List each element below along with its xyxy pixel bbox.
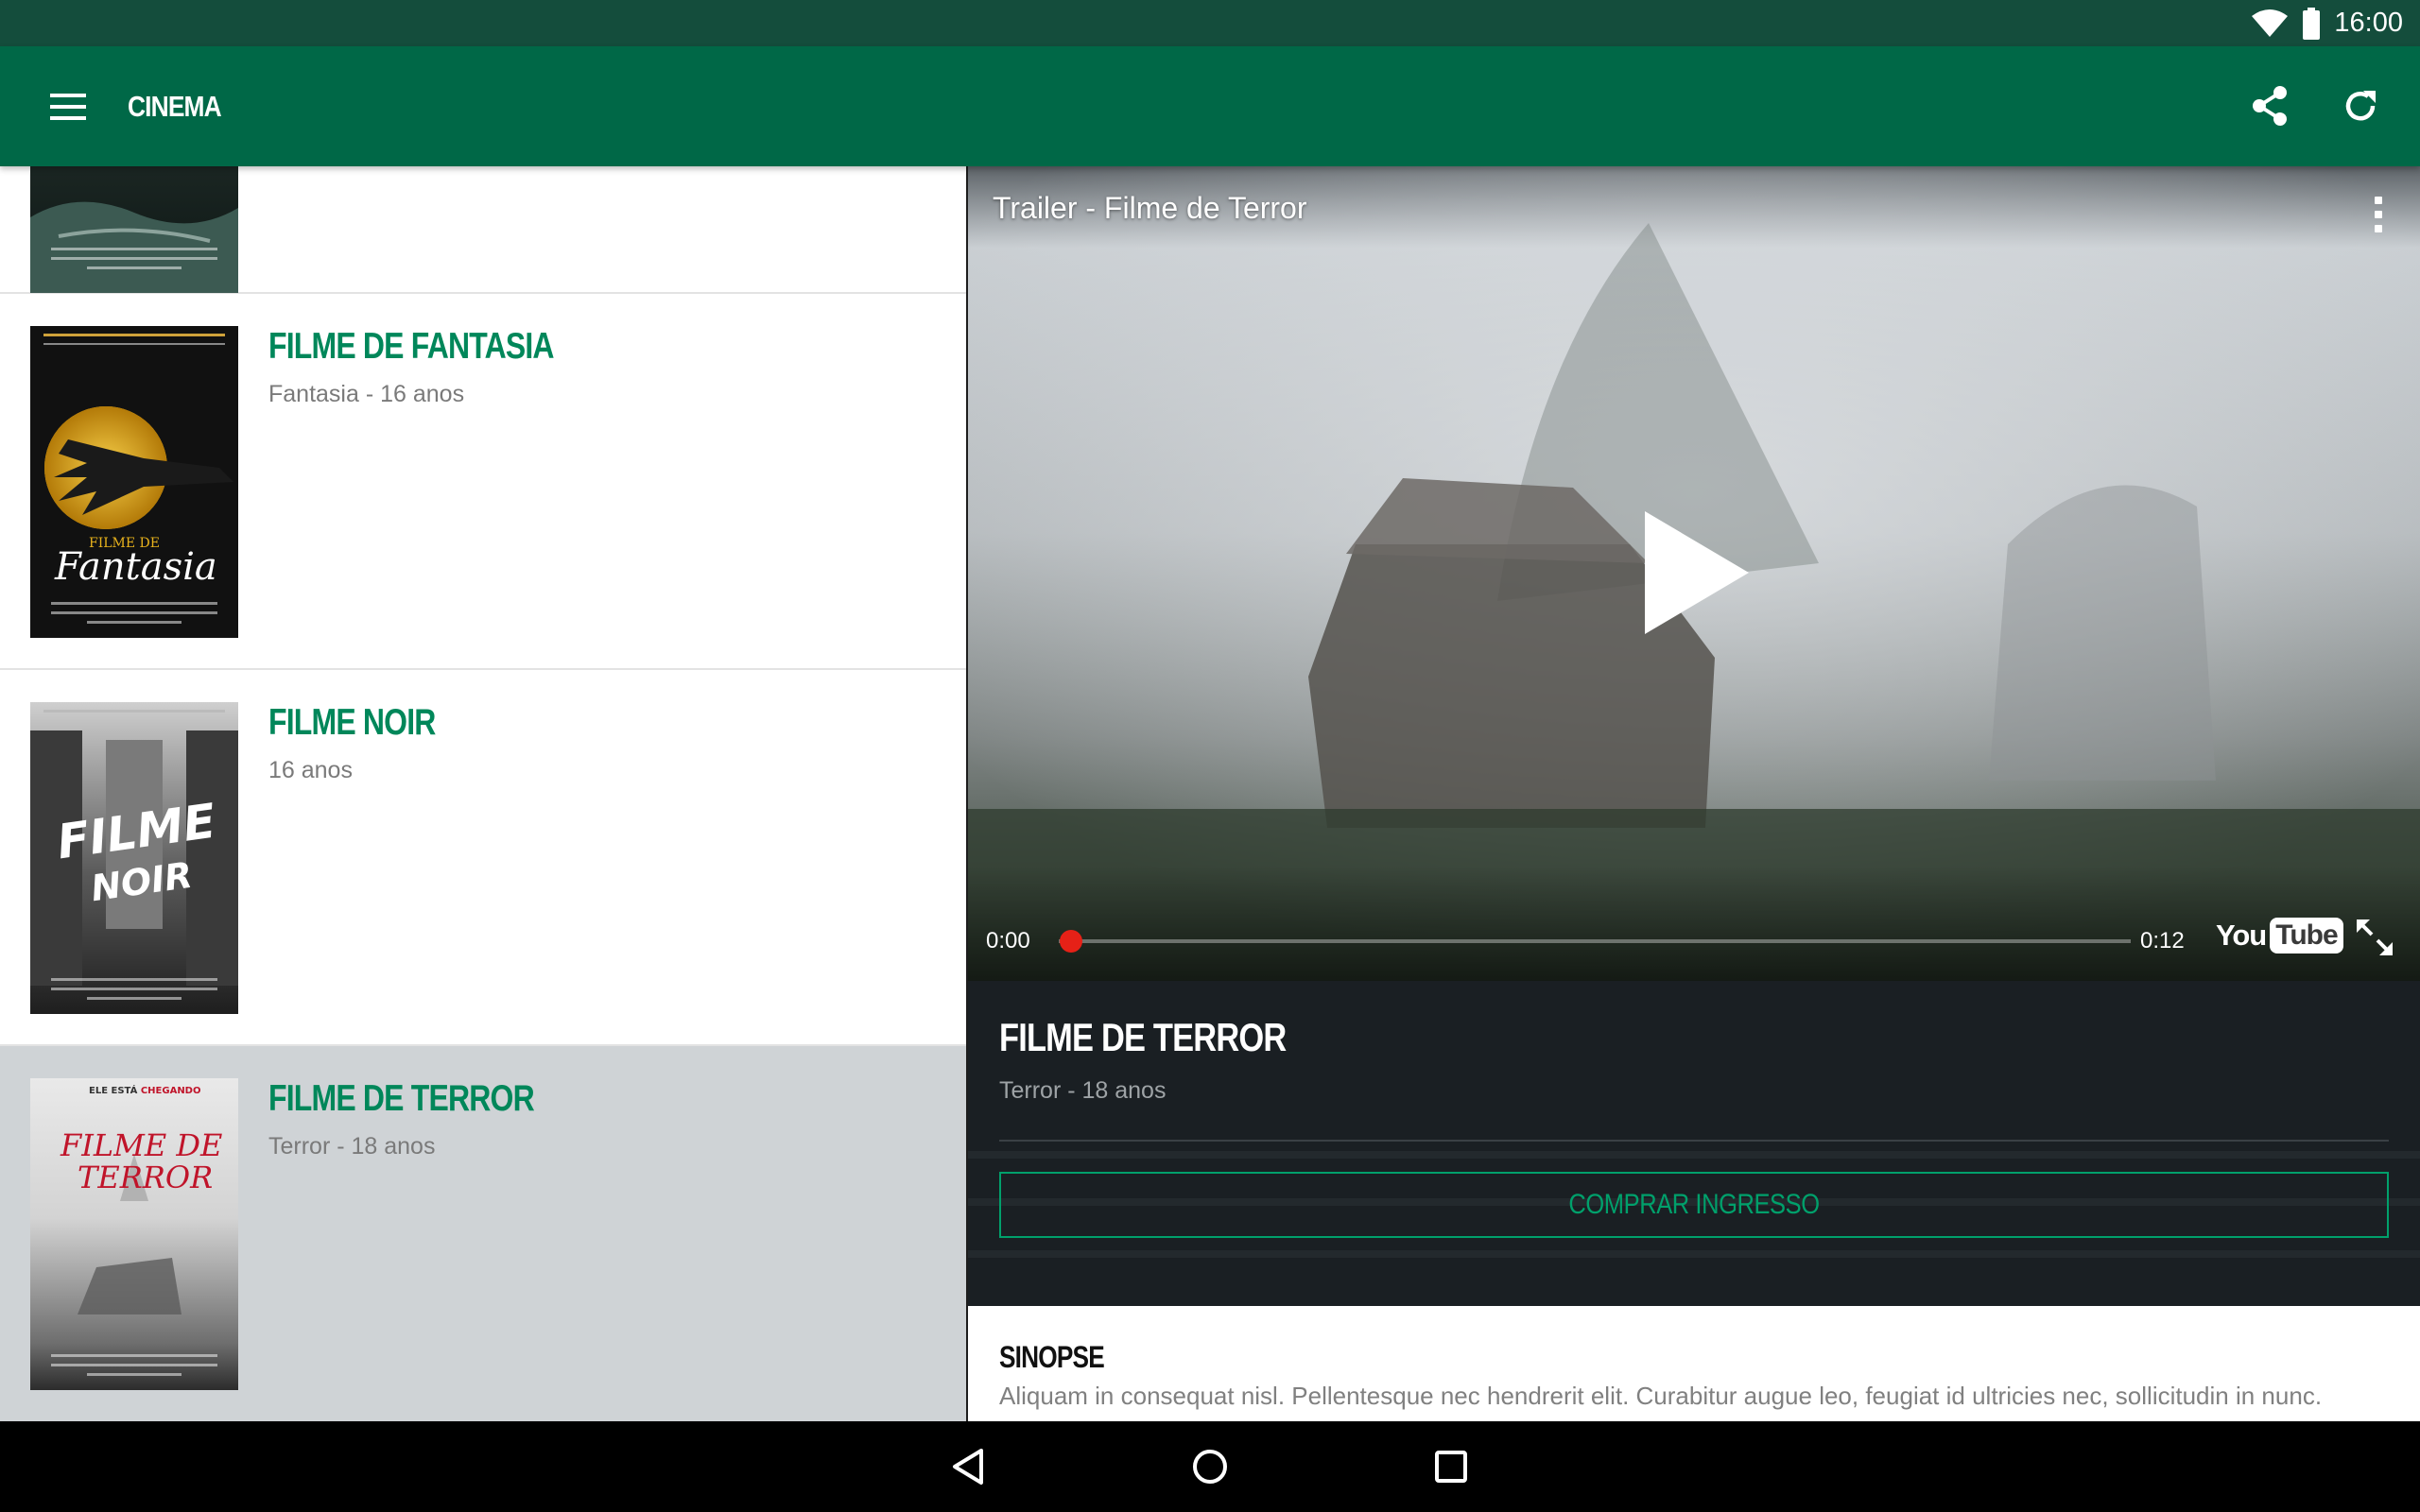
youtube-logo-tube: Tube — [2270, 918, 2343, 954]
progress-bar[interactable] — [1059, 939, 2131, 943]
video-more-button[interactable] — [2360, 191, 2397, 238]
movie-title: FILME DE FANTASIA — [268, 326, 555, 367]
synopsis-text: Aliquam in consequat nisl. Pellentesque … — [999, 1382, 2323, 1410]
movie-subtitle: Terror - 18 anos — [268, 1133, 436, 1160]
poster-title-text: FILME DE — [60, 1127, 223, 1163]
poster-art — [30, 201, 238, 293]
home-button[interactable] — [1182, 1438, 1238, 1495]
fullscreen-button[interactable] — [2348, 911, 2401, 964]
youtube-logo-you: You — [2216, 919, 2267, 952]
poster-top-accent: CHEGANDO — [140, 1086, 201, 1096]
movie-poster: FILME DE Fantasia — [30, 326, 238, 638]
youtube-logo[interactable]: You Tube — [2216, 915, 2343, 956]
video-player[interactable]: Trailer - Filme de Terror 0:00 0:12 You … — [968, 166, 2420, 981]
wifi-icon — [2252, 9, 2289, 37]
battery-icon — [2303, 7, 2321, 40]
refresh-button[interactable] — [2331, 77, 2390, 135]
movie-poster — [30, 166, 238, 293]
poster-title-text: Fantasia — [55, 545, 217, 589]
recents-icon — [1435, 1451, 1467, 1483]
movie-poster: ELE ESTÁ CHEGANDO FILME DE TERROR — [30, 1078, 238, 1390]
movie-poster: FILME NOIR — [30, 702, 238, 1014]
list-item-noir[interactable]: FILME NOIR FILME NOIR 16 anos — [0, 670, 966, 1046]
refresh-icon — [2345, 91, 2376, 121]
hamburger-menu-icon — [50, 94, 86, 120]
home-icon — [1193, 1450, 1227, 1484]
video-title: Trailer - Filme de Terror — [993, 191, 1307, 225]
more-vert-icon — [2375, 197, 2382, 204]
app-bar: CINEMA — [0, 46, 2420, 166]
poster-top-text: ELE ESTÁ CHEGANDO — [89, 1086, 201, 1096]
movie-subtitle: Fantasia - 16 anos — [268, 381, 465, 407]
video-controls-shade — [968, 866, 2420, 981]
buy-ticket-label: COMPRAR INGRESSO — [1568, 1189, 1820, 1220]
status-time: 16:00 — [2334, 8, 2403, 38]
detail-divider — [999, 1140, 2389, 1142]
poster-top-label: ELE ESTÁ — [89, 1086, 138, 1096]
current-time: 0:00 — [986, 928, 1030, 954]
movie-info-panel: FILME DE TERROR Terror - 18 anos COMPRAR… — [968, 981, 2420, 1306]
buy-ticket-button[interactable]: COMPRAR INGRESSO — [999, 1172, 2389, 1238]
poster-title-text-2: TERROR — [78, 1160, 214, 1195]
poster-art — [30, 326, 238, 638]
detail-title: FILME DE TERROR — [999, 1015, 1287, 1059]
share-icon — [2253, 86, 2287, 126]
movie-title: FILME DE TERROR — [268, 1078, 535, 1119]
list-item-partial[interactable] — [0, 166, 966, 294]
screen: 16:00 CINEMA FILME DE Fantasia FILME DE … — [0, 0, 2420, 1512]
recents-button[interactable] — [1423, 1438, 1479, 1495]
movie-subtitle: 16 anos — [268, 757, 353, 783]
progress-scrubber[interactable] — [1060, 930, 1082, 953]
status-bar: 16:00 — [0, 0, 2420, 46]
synopsis-section: SINOPSE Aliquam in consequat nisl. Pelle… — [968, 1306, 2420, 1421]
duration: 0:12 — [2140, 928, 2185, 954]
poster-art — [78, 1154, 182, 1314]
list-item-fantasia[interactable]: FILME DE Fantasia FILME DE FANTASIA Fant… — [0, 294, 966, 670]
status-icons: 16:00 — [2251, 0, 2403, 46]
movie-list: FILME DE Fantasia FILME DE FANTASIA Fant… — [0, 166, 966, 1421]
fullscreen-icon — [2357, 919, 2393, 955]
list-item-terror[interactable]: ELE ESTÁ CHEGANDO FILME DE TERROR FILME … — [0, 1046, 966, 1421]
play-icon[interactable] — [1645, 511, 1749, 634]
back-button[interactable] — [940, 1438, 996, 1495]
detail-subtitle: Terror - 18 anos — [999, 1077, 1167, 1104]
menu-button[interactable] — [38, 80, 98, 133]
back-icon — [953, 1449, 983, 1485]
share-button[interactable] — [2240, 77, 2299, 135]
navigation-bar — [0, 1421, 2420, 1512]
app-title: CINEMA — [128, 90, 222, 123]
synopsis-title: SINOPSE — [999, 1340, 1105, 1374]
movie-title: FILME NOIR — [268, 702, 436, 743]
